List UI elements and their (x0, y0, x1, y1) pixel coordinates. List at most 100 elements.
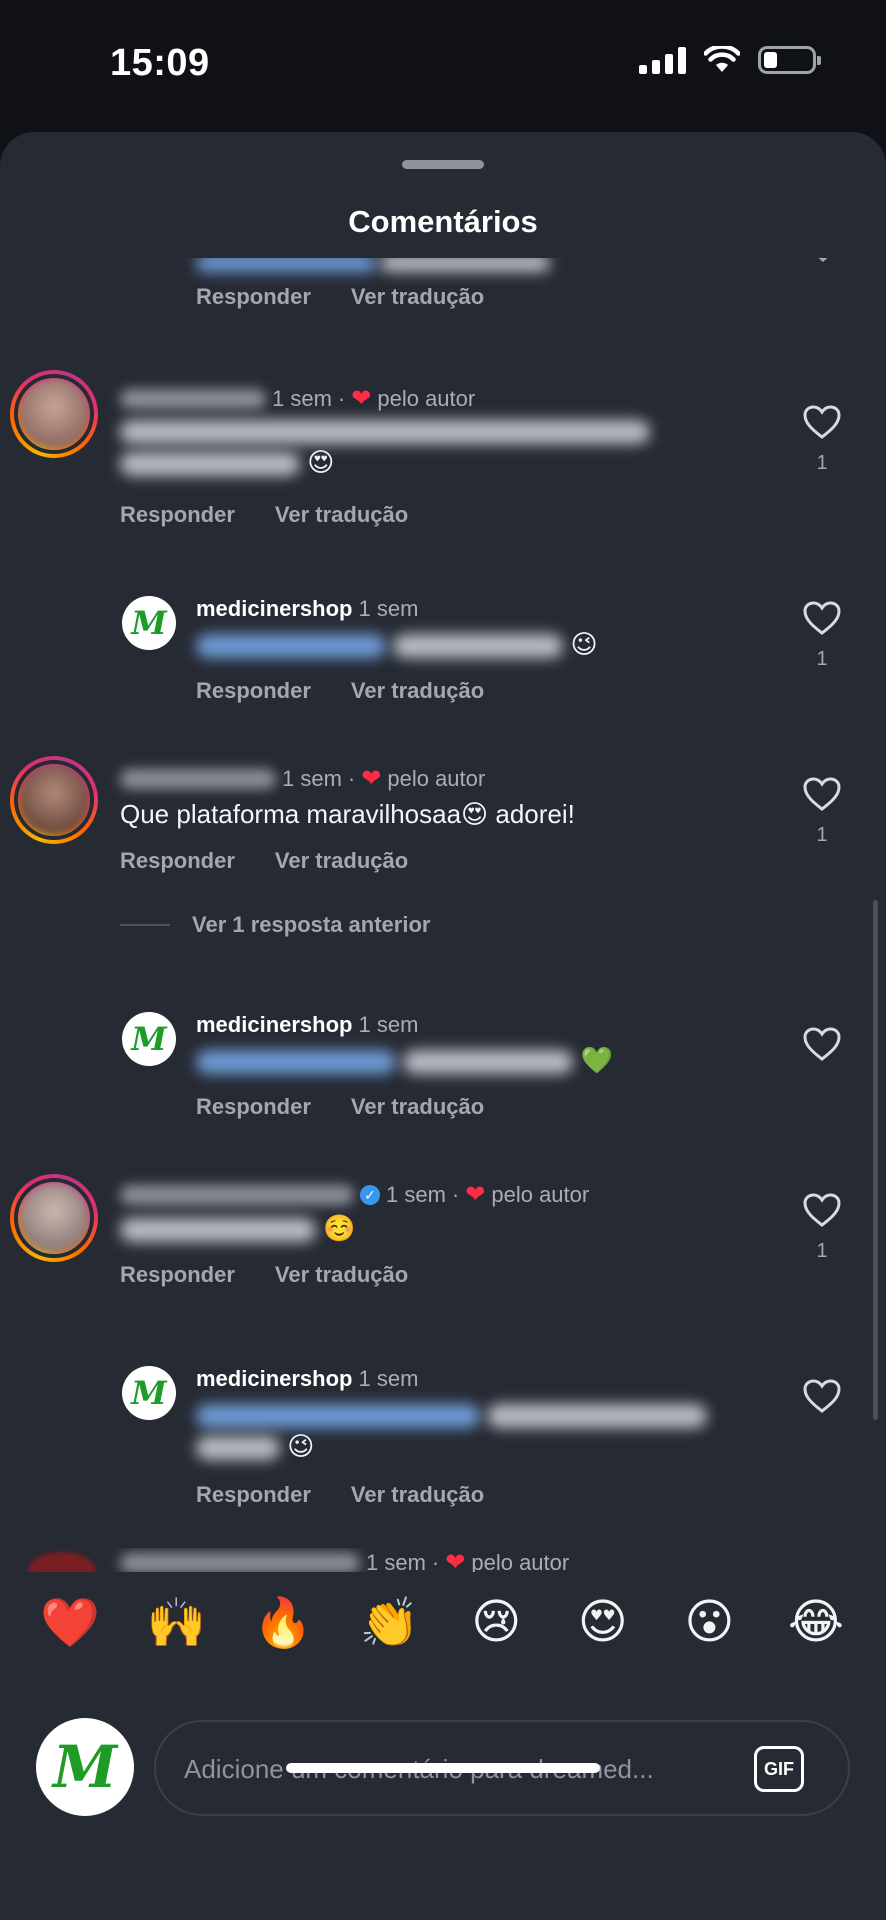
comment-text: ☺️ (120, 1212, 356, 1245)
by-author-label: pelo autor (471, 1549, 570, 1573)
reply-button[interactable]: Responder (196, 284, 311, 310)
comment-time: 1 sem (282, 765, 342, 791)
translate-button[interactable]: Ver tradução (275, 848, 408, 874)
comment-username[interactable]: medicinershop (196, 1012, 352, 1038)
comment-username[interactable]: medicinershop (196, 596, 352, 622)
heart-outline-icon (803, 777, 841, 811)
like-count: 1 (816, 824, 828, 846)
by-author-label: pelo autor (491, 1181, 590, 1207)
comment-text: 💚 (196, 1044, 613, 1077)
comment-meta: medicinershop 1 sem (196, 596, 418, 622)
comment-username[interactable] (120, 388, 266, 409)
reply-button[interactable]: Responder (120, 1262, 235, 1288)
like-button[interactable]: 1 (802, 1192, 842, 1263)
by-author-label: pelo autor (387, 765, 486, 791)
home-indicator (286, 1763, 600, 1773)
comment-time: 1 sem (386, 1181, 446, 1207)
emoji-crying[interactable]: 😢 (466, 1594, 526, 1650)
translate-button[interactable]: Ver tradução (351, 284, 484, 310)
sheet-drag-handle[interactable] (402, 160, 484, 169)
reply-button[interactable]: Responder (196, 1482, 311, 1508)
comment-actions: Responder Ver tradução (120, 502, 408, 528)
emoji-heart[interactable]: ❤️ (40, 1594, 100, 1651)
comment-actions: Responder Ver tradução (120, 1262, 408, 1288)
comment-time: 1 sem (358, 1366, 419, 1391)
emoji-fire[interactable]: 🔥 (253, 1594, 313, 1651)
comments-sheet: Comentários Responder Ver tradução 1 sem… (0, 132, 886, 1920)
emoji-laughing[interactable]: 😂 (786, 1594, 846, 1650)
comment-username[interactable]: medicinershop (196, 1366, 352, 1392)
comment-actions: Responder Ver tradução (196, 284, 484, 310)
signal-icon (639, 46, 686, 74)
comment-actions: Responder Ver tradução (196, 678, 484, 704)
comment-text: 😉 (196, 628, 598, 661)
reply-button[interactable]: Responder (196, 1094, 311, 1120)
like-count: 1 (816, 648, 828, 670)
translate-button[interactable]: Ver tradução (275, 1262, 408, 1288)
status-time: 15:09 (110, 42, 210, 84)
comment-username[interactable] (120, 768, 276, 789)
verified-badge-icon: ✓ (360, 1184, 380, 1205)
avatar[interactable]: M (122, 1366, 176, 1420)
comment-time: 1 sem (358, 596, 419, 621)
like-button[interactable]: 1 (802, 404, 842, 475)
comments-list[interactable]: Responder Ver tradução 1 sem · ❤ pelo au… (0, 258, 886, 1714)
heart-outline-icon (803, 1379, 841, 1413)
like-button[interactable]: 1 (802, 776, 842, 847)
comment-username[interactable] (120, 1184, 354, 1205)
like-button[interactable] (802, 1026, 842, 1062)
heart-filled-icon: ❤ (361, 765, 382, 792)
reply-button[interactable]: Responder (120, 502, 235, 528)
comment-username[interactable] (120, 1552, 360, 1572)
translate-button[interactable]: Ver tradução (351, 1094, 484, 1120)
heart-outline-icon (803, 405, 841, 439)
comment-meta: 1 sem · ❤ pelo autor (120, 764, 485, 793)
comment-time: 1 sem (358, 1012, 419, 1037)
comment-time: 1 sem (272, 385, 332, 411)
chevron-down-icon[interactable] (810, 258, 836, 262)
comment-meta: ✓ 1 sem · ❤ pelo autor (120, 1180, 589, 1209)
heart-outline-icon (803, 1027, 841, 1061)
scrollbar[interactable] (873, 900, 878, 1420)
comment-meta: 1 sem · ❤ pelo autor (120, 1548, 569, 1572)
heart-filled-icon: ❤ (445, 1549, 466, 1572)
avatar[interactable]: M (122, 1012, 176, 1066)
avatar[interactable]: M (122, 596, 176, 650)
like-button[interactable]: 1 (802, 600, 842, 671)
sheet-title: Comentários (348, 204, 538, 239)
comment-meta: medicinershop 1 sem (196, 1366, 418, 1392)
status-icons (639, 46, 821, 74)
comment-meta: 1 sem · ❤ pelo autor (120, 384, 475, 413)
like-button[interactable] (802, 1378, 842, 1414)
gif-icon[interactable]: GIF (754, 1746, 804, 1792)
my-avatar[interactable]: M (36, 1718, 134, 1816)
status-bar: 15:09 (0, 0, 886, 130)
emoji-surprised[interactable]: 😮 (679, 1594, 739, 1650)
heart-filled-icon: ❤ (465, 1181, 486, 1208)
view-previous-replies[interactable]: Ver 1 resposta anterior (120, 912, 430, 938)
translate-button[interactable]: Ver tradução (351, 678, 484, 704)
heart-filled-icon: ❤ (351, 385, 372, 412)
like-count: 1 (816, 452, 828, 474)
quick-emoji-bar: ❤️ 🙌 🔥 👏 😢 😍 😮 😂 (0, 1572, 886, 1672)
avatar[interactable] (28, 1552, 96, 1572)
heart-outline-icon (803, 601, 841, 635)
reply-button[interactable]: Responder (120, 848, 235, 874)
comment-input-row: M Adicione um comentário para dreamed...… (0, 1718, 886, 1838)
comment-text: 😉 (196, 1398, 736, 1463)
by-author-label: pelo autor (377, 385, 476, 411)
reply-button[interactable]: Responder (196, 678, 311, 704)
emoji-heart-eyes[interactable]: 😍 (573, 1594, 633, 1650)
avatar[interactable] (10, 756, 98, 844)
translate-button[interactable]: Ver tradução (351, 1482, 484, 1508)
comment-actions: Responder Ver tradução (196, 1094, 484, 1120)
comment-time: 1 sem (366, 1549, 426, 1573)
translate-button[interactable]: Ver tradução (275, 502, 408, 528)
like-count: 1 (816, 1240, 828, 1262)
heart-outline-icon (803, 1193, 841, 1227)
comment-text: Que plataforma maravilhosaa😍 adorei! (120, 799, 575, 829)
emoji-raised-hands[interactable]: 🙌 (147, 1594, 207, 1651)
emoji-clap[interactable]: 👏 (360, 1594, 420, 1651)
avatar[interactable] (10, 370, 98, 458)
avatar[interactable] (10, 1174, 98, 1262)
